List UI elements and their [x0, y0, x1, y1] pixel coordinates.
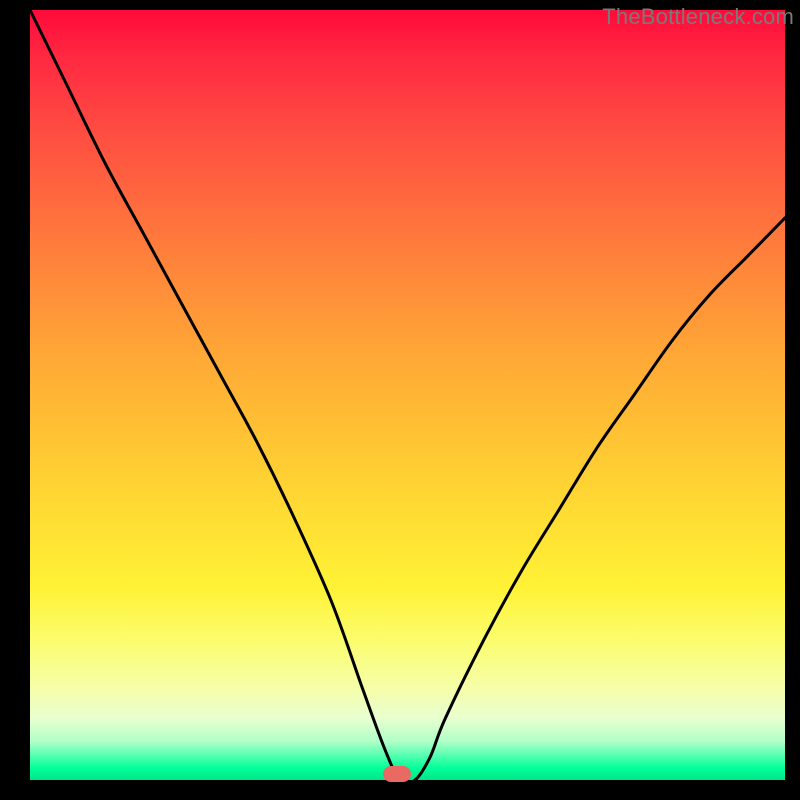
plot-area — [30, 10, 785, 780]
curve-svg — [30, 10, 785, 780]
optimal-marker — [383, 766, 411, 782]
watermark-text: TheBottleneck.com — [602, 4, 794, 30]
bottleneck-curve — [30, 10, 785, 780]
